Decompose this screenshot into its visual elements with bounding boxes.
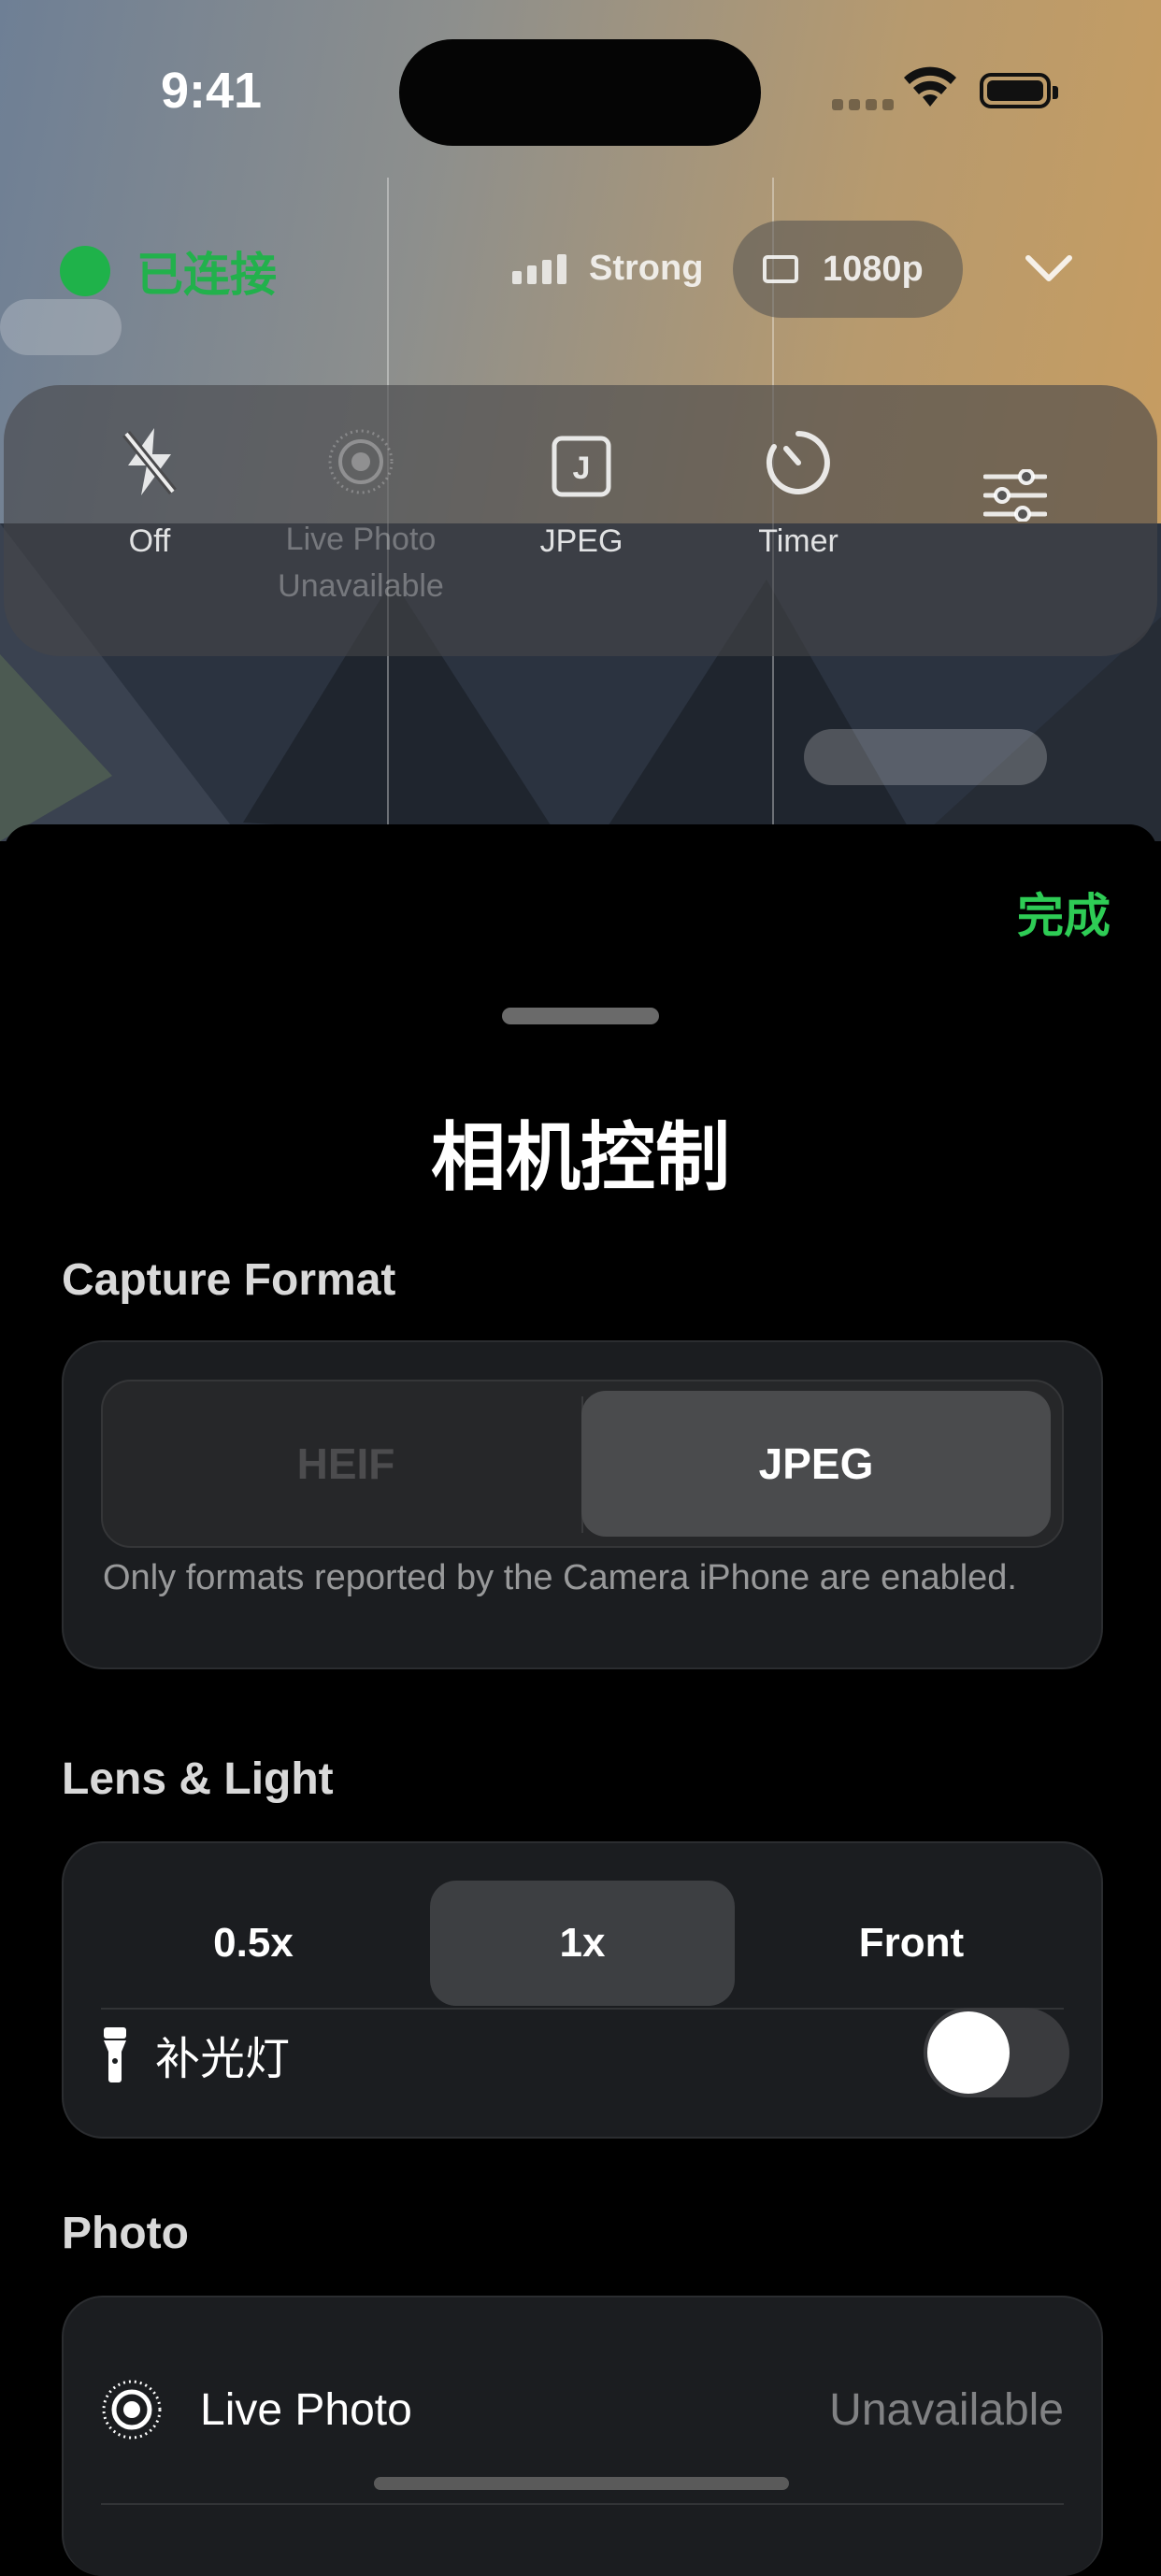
settings-sliders-button[interactable] (912, 385, 1118, 522)
live-photo-icon (328, 429, 394, 494)
sheet-title: 相机控制 (431, 1116, 730, 1199)
timer-icon (766, 431, 830, 494)
format-label: JPEG (539, 523, 624, 559)
done-button[interactable]: 完成 (1017, 879, 1111, 946)
signal-bars-icon (512, 254, 566, 284)
connection-status: 已连接 (60, 237, 277, 305)
flash-off-icon (122, 428, 177, 495)
battery-icon (980, 73, 1058, 108)
format-button[interactable]: J JPEG (479, 385, 684, 565)
jpeg-format-icon: J (552, 436, 611, 497)
live-photo-label: Live Photo Unavailable (258, 516, 464, 609)
format-option-jpeg[interactable]: JPEG (581, 1391, 1051, 1537)
toggle-knob (927, 2011, 1010, 2094)
connection-label: 已连接 (136, 249, 277, 301)
cellular-dots-icon (832, 99, 894, 110)
dynamic-island (399, 39, 761, 146)
live-photo-icon (102, 2380, 162, 2440)
timer-button[interactable]: Timer (695, 385, 901, 565)
frame-icon (763, 255, 798, 283)
connected-dot-icon (60, 246, 110, 296)
format-note: Only formats reported by the Camera iPho… (103, 1558, 1017, 1597)
live-photo-row-label: Live Photo (200, 2384, 412, 2435)
camera-control-sheet: 完成 相机控制 Capture Format HEIF JPEG Only fo… (4, 824, 1157, 2576)
status-time: 9:41 (161, 63, 263, 119)
lens-light-title: Lens & Light (62, 1754, 334, 1804)
torch-label: 补光灯 (155, 2035, 291, 2084)
flash-label: Off (128, 523, 171, 559)
timer-label: Timer (758, 523, 838, 559)
sliders-icon (983, 469, 1047, 522)
resolution-label: 1080p (823, 249, 924, 289)
row-divider (101, 2503, 1064, 2505)
home-indicator[interactable] (374, 2477, 789, 2490)
live-photo-row[interactable]: Live Photo Unavailable (101, 2354, 1064, 2466)
live-photo-label-text: Live Photo Unavailable (278, 522, 444, 604)
lens-option-0-5x[interactable]: 0.5x (101, 1881, 406, 2006)
signal-strength: Strong (589, 249, 704, 288)
wifi-icon (904, 66, 956, 107)
svg-text:J: J (573, 451, 591, 486)
flash-button[interactable]: Off (47, 385, 252, 565)
capture-format-title: Capture Format (62, 1255, 396, 1305)
flashlight-icon (104, 2027, 126, 2082)
resolution-button[interactable]: 1080p (733, 221, 963, 318)
capture-format-card: HEIF JPEG Only formats reported by the C… (62, 1340, 1103, 1669)
torch-row: 补光灯 (101, 2008, 1069, 2101)
lens-light-card: 0.5x 1x Front 补光灯 (62, 1841, 1103, 2139)
format-segmented-control: HEIF JPEG (101, 1380, 1064, 1548)
photo-card: Live Photo Unavailable (62, 2296, 1103, 2576)
chevron-down-icon[interactable] (1025, 252, 1073, 284)
torch-toggle[interactable] (924, 2008, 1069, 2097)
live-photo-row-value: Unavailable (829, 2384, 1064, 2435)
lens-option-1x[interactable]: 1x (430, 1881, 735, 2006)
quick-controls-toolbar: Off Live Photo Unavailable J JPEG Timer (4, 385, 1157, 656)
lens-option-front[interactable]: Front (759, 1881, 1064, 2006)
live-photo-toggle[interactable]: Live Photo Unavailable (258, 385, 464, 609)
sheet-grabber[interactable] (502, 1008, 659, 1024)
format-option-heif: HEIF (296, 1439, 395, 1488)
photo-title: Photo (62, 2209, 189, 2258)
lens-selector: 0.5x 1x Front (101, 1881, 1064, 2006)
